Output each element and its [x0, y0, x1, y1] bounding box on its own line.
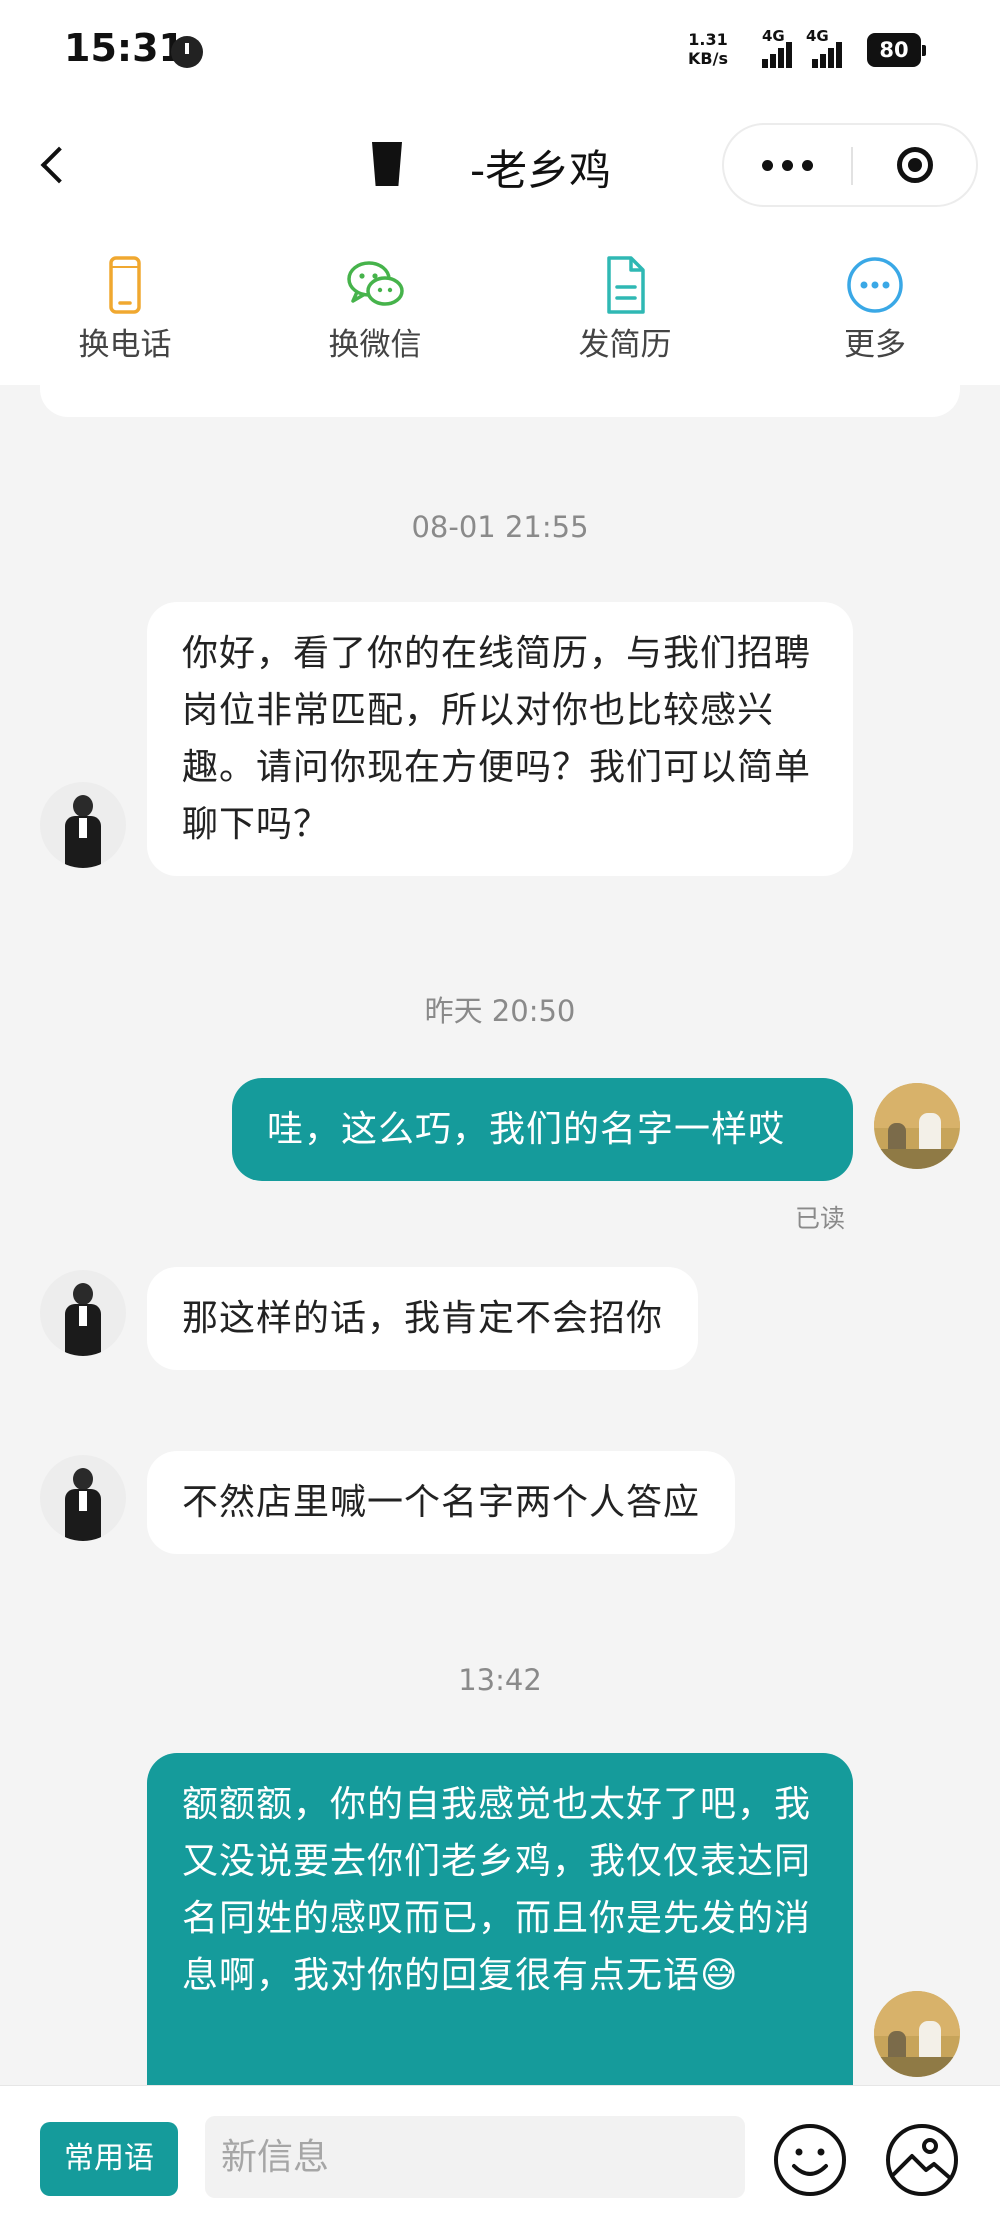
message-timestamp: 13:42 — [458, 1663, 542, 1697]
my-avatar[interactable] — [874, 1991, 960, 2077]
recruiter-avatar[interactable] — [40, 1270, 126, 1356]
network-speed-unit: KB/s — [688, 49, 728, 68]
more-icon — [847, 257, 903, 313]
previous-message-bubble — [40, 385, 960, 417]
recruiter-avatar[interactable] — [40, 782, 126, 868]
status-time: 15:31 — [64, 26, 185, 70]
network-speed-value: 1.31 — [688, 30, 728, 49]
recruiter-message-bubble[interactable]: 那这样的话，我肯定不会招你 — [147, 1267, 699, 1370]
recruiter-avatar[interactable] — [40, 1455, 126, 1541]
exchange-phone-button[interactable]: 换电话 — [0, 235, 250, 385]
network-speed: 1.31 KB/s — [688, 30, 728, 68]
phone-icon — [109, 256, 141, 314]
my-message-bubble[interactable]: 额额额，你的自我感觉也太好了吧，我又没说要去你们老乡鸡，我仅仅表达同名同姓的感叹… — [147, 1753, 853, 2085]
back-button[interactable] — [28, 135, 78, 195]
chat-message-list[interactable]: 08-01 21:55 你好，看了你的在线简历，与我们招聘岗位非常匹配，所以对你… — [0, 385, 1000, 2085]
input-bar: 常用语 — [0, 2085, 1000, 2223]
recruiter-message-bubble[interactable]: 你好，看了你的在线简历，与我们招聘岗位非常匹配，所以对你也比较感兴趣。请问你现在… — [147, 602, 853, 876]
more-options-button[interactable] — [724, 125, 850, 205]
exchange-phone-label: 换电话 — [78, 327, 172, 363]
exchange-wechat-label: 换微信 — [328, 327, 422, 363]
wechat-icon — [347, 261, 404, 306]
signal-icon — [750, 40, 794, 68]
signal-icon-2 — [806, 40, 850, 68]
resume-icon — [607, 256, 645, 314]
capsule-divider — [851, 147, 853, 185]
send-resume-button[interactable]: 发简历 — [500, 235, 750, 385]
send-resume-label: 发简历 — [578, 327, 672, 363]
message-timestamp: 08-01 21:55 — [411, 510, 589, 544]
read-status-label: 已读 — [795, 1204, 846, 1233]
message-timestamp: 昨天 20:50 — [424, 994, 576, 1028]
my-message-bubble[interactable]: 哇，这么巧，我们的名字一样哎 — [232, 1078, 853, 1181]
close-mini-program-button[interactable] — [854, 125, 976, 205]
redacted-name-mark — [372, 142, 402, 186]
image-icon[interactable] — [884, 2122, 960, 2198]
mini-program-capsule — [722, 123, 978, 207]
my-avatar[interactable] — [874, 1083, 960, 1169]
more-actions-label: 更多 — [844, 327, 906, 363]
action-bar: 换电话 换微信 发简历 更多 — [0, 235, 1000, 385]
nav-bar: -老乡鸡 — [0, 105, 1000, 235]
page-title: -老乡鸡 — [470, 146, 612, 195]
status-bar: 15:31 1.31 KB/s 4G 4G 80 — [0, 0, 1000, 105]
battery-icon: 80 — [867, 33, 926, 67]
emoji-icon[interactable] — [772, 2122, 848, 2198]
clock-icon — [171, 36, 203, 68]
exchange-wechat-button[interactable]: 换微信 — [250, 235, 500, 385]
message-input[interactable] — [205, 2116, 745, 2198]
common-phrases-button[interactable]: 常用语 — [40, 2122, 178, 2196]
more-actions-button[interactable]: 更多 — [750, 235, 1000, 385]
recruiter-message-bubble[interactable]: 不然店里喊一个名字两个人答应 — [147, 1451, 736, 1554]
